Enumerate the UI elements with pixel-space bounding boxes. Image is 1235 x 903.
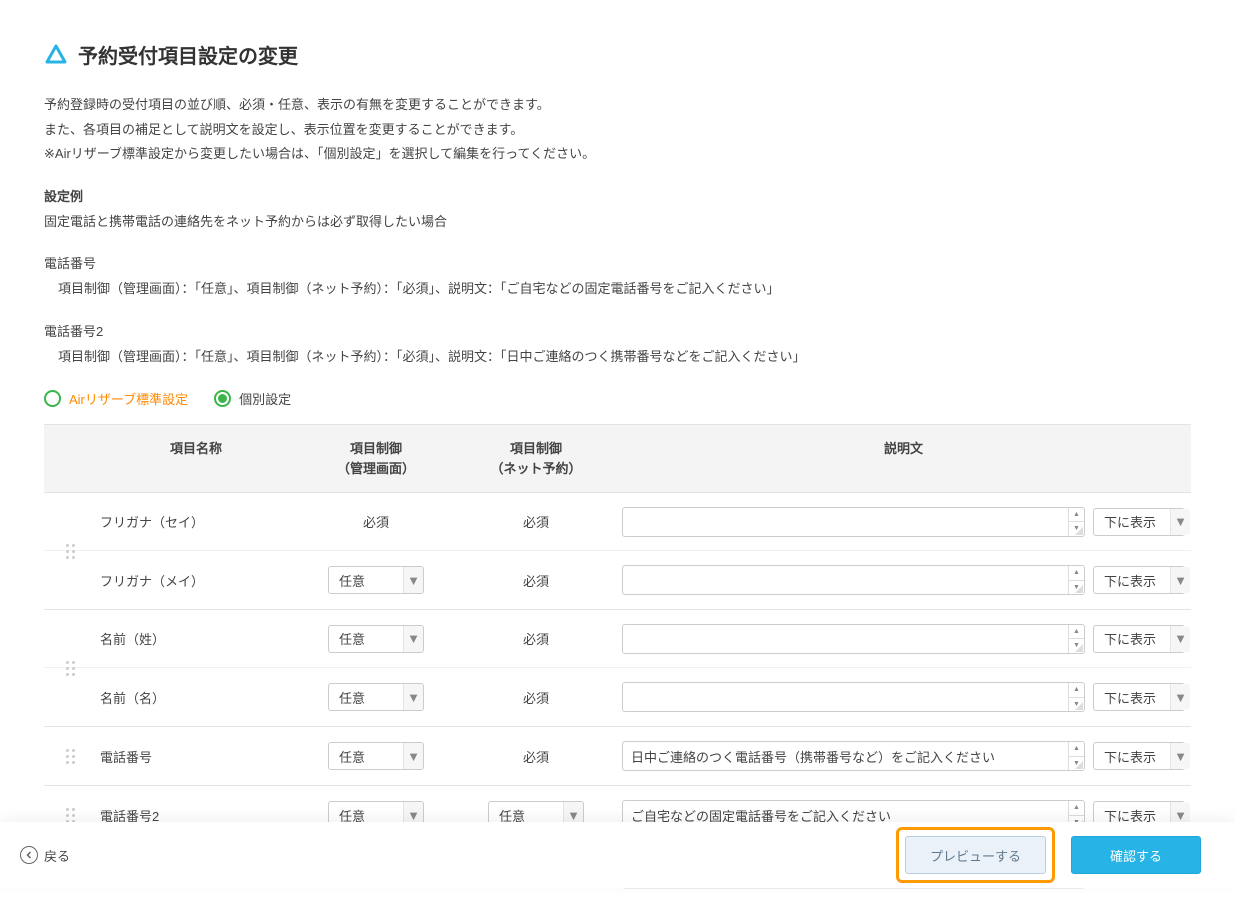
radio-standard[interactable]: Airリザーブ標準設定 [44, 389, 188, 408]
example-group-label: 電話番号 [44, 252, 1191, 277]
table-row: 名前（名） 任意 ▼ 必須 ▲▼ 下に表示 ▼ [44, 668, 1191, 726]
page-header: 予約受付項目設定の変更 [44, 40, 1191, 69]
description-input[interactable]: ▲▼ [622, 565, 1085, 595]
cell-net-static: 必須 [456, 504, 616, 539]
back-button[interactable]: 戻る [20, 846, 70, 865]
drag-handle[interactable] [44, 610, 96, 726]
cell-name: フリガナ（メイ） [96, 563, 296, 598]
resize-icon [1075, 585, 1083, 593]
chevron-down-icon: ▼ [1170, 684, 1190, 710]
drag-handle[interactable] [44, 727, 96, 785]
row-group: フリガナ（セイ） 必須 必須 ▲▼ 下に表示 ▼ フリガナ [44, 493, 1191, 610]
description-block: 予約登録時の受付項目の並び順、必須・任意、表示の有無を変更することができます。 … [44, 93, 1191, 167]
description-line: ※Airリザーブ標準設定から変更したい場合は、「個別設定」を選択して編集を行って… [44, 142, 1191, 167]
cell-net-static: 必須 [456, 680, 616, 715]
admin-control-select[interactable]: 任意 ▼ [328, 625, 424, 653]
description-input[interactable]: ▲▼ [622, 624, 1085, 654]
example-group-label: 電話番号2 [44, 320, 1191, 345]
resize-icon [1075, 644, 1083, 652]
settings-mode-radio-group: Airリザーブ標準設定 個別設定 [44, 389, 1191, 408]
cell-name: 名前（姓） [96, 621, 296, 656]
cell-name: 名前（名） [96, 680, 296, 715]
example-block: 設定例 固定電話と携帯電話の連絡先をネット予約からは必ず取得したい場合 電話番号… [44, 185, 1191, 369]
cell-net-static: 必須 [456, 621, 616, 656]
description-line: また、各項目の補足として説明文を設定し、表示位置を変更することができます。 [44, 118, 1191, 143]
drag-dots-icon [66, 661, 75, 676]
example-title: 設定例 [44, 185, 1191, 210]
position-select[interactable]: 下に表示 ▼ [1093, 508, 1185, 536]
table-row: フリガナ（セイ） 必須 必須 ▲▼ 下に表示 ▼ [44, 493, 1191, 551]
cell-net-static: 必須 [456, 563, 616, 598]
radio-label: Airリザーブ標準設定 [69, 389, 188, 408]
th-ctrl-net: 項目制御 （ネット予約） [456, 425, 616, 492]
preview-highlight: プレビューする [896, 827, 1055, 883]
description-input[interactable]: ▲▼ [622, 507, 1085, 537]
position-select[interactable]: 下に表示 ▼ [1093, 742, 1185, 770]
admin-control-select[interactable]: 任意 ▼ [328, 566, 424, 594]
row-group: 名前（姓） 任意 ▼ 必須 ▲▼ 下に表示 ▼ [44, 610, 1191, 727]
description-input[interactable]: ▲▼ [622, 682, 1085, 712]
radio-custom[interactable]: 個別設定 [214, 389, 291, 408]
triangle-icon [44, 43, 68, 67]
cell-net-static: 必須 [456, 739, 616, 774]
drag-dots-icon [66, 544, 75, 559]
radio-icon [214, 390, 231, 407]
chevron-down-icon: ▼ [403, 626, 423, 652]
th-ctrl-admin: 項目制御 （管理画面） [296, 425, 456, 492]
position-select[interactable]: 下に表示 ▼ [1093, 625, 1185, 653]
drag-handle[interactable] [44, 493, 96, 609]
resize-icon [1075, 761, 1083, 769]
resize-icon [1075, 527, 1083, 535]
th-name: 項目名称 [96, 425, 296, 492]
table-row: 電話番号 任意 ▼ 必須 日中ご連絡のつく電話番号（携帯番号など）をご記入くださ… [44, 727, 1191, 785]
drag-dots-icon [66, 749, 75, 764]
radio-icon [44, 390, 61, 407]
cell-admin-static: 必須 [296, 504, 456, 539]
row-group: 電話番号 任意 ▼ 必須 日中ご連絡のつく電話番号（携帯番号など）をご記入くださ… [44, 727, 1191, 786]
preview-button[interactable]: プレビューする [905, 836, 1046, 874]
chevron-down-icon: ▼ [1170, 743, 1190, 769]
position-select[interactable]: 下に表示 ▼ [1093, 683, 1185, 711]
back-label: 戻る [44, 846, 70, 865]
cell-name: フリガナ（セイ） [96, 504, 296, 539]
cell-name: 電話番号 [96, 739, 296, 774]
admin-control-select[interactable]: 任意 ▼ [328, 683, 424, 711]
position-select[interactable]: 下に表示 ▼ [1093, 566, 1185, 594]
drag-dots-icon [66, 808, 75, 823]
chevron-down-icon: ▼ [403, 684, 423, 710]
chevron-down-icon: ▼ [1170, 567, 1190, 593]
confirm-button[interactable]: 確認する [1071, 836, 1201, 874]
footer-bar: 戻る プレビューする 確認する [0, 822, 1235, 888]
chevron-down-icon: ▼ [403, 567, 423, 593]
chevron-down-icon: ▼ [403, 743, 423, 769]
resize-icon [1075, 702, 1083, 710]
description-line: 予約登録時の受付項目の並び順、必須・任意、表示の有無を変更することができます。 [44, 93, 1191, 118]
example-group-detail: 項目制御（管理画面）：「任意」、項目制御（ネット予約）：「必須」、説明文：「ご自… [44, 277, 1191, 302]
example-subtitle: 固定電話と携帯電話の連絡先をネット予約からは必ず取得したい場合 [44, 210, 1191, 235]
table-header-row: 項目名称 項目制御 （管理画面） 項目制御 （ネット予約） 説明文 [44, 425, 1191, 493]
th-desc: 説明文 [616, 425, 1191, 492]
description-input[interactable]: 日中ご連絡のつく電話番号（携帯番号など）をご記入ください ▲▼ [622, 741, 1085, 771]
admin-control-select[interactable]: 任意 ▼ [328, 742, 424, 770]
page-title: 予約受付項目設定の変更 [78, 40, 298, 69]
table-row: 名前（姓） 任意 ▼ 必須 ▲▼ 下に表示 ▼ [44, 610, 1191, 668]
chevron-down-icon: ▼ [1170, 509, 1190, 535]
table-row: フリガナ（メイ） 任意 ▼ 必須 ▲▼ 下に表示 [44, 551, 1191, 609]
chevron-down-icon: ▼ [1170, 626, 1190, 652]
back-arrow-icon [20, 846, 38, 864]
example-group-detail: 項目制御（管理画面）：「任意」、項目制御（ネット予約）：「必須」、説明文：「日中… [44, 345, 1191, 370]
radio-label: 個別設定 [239, 389, 291, 408]
